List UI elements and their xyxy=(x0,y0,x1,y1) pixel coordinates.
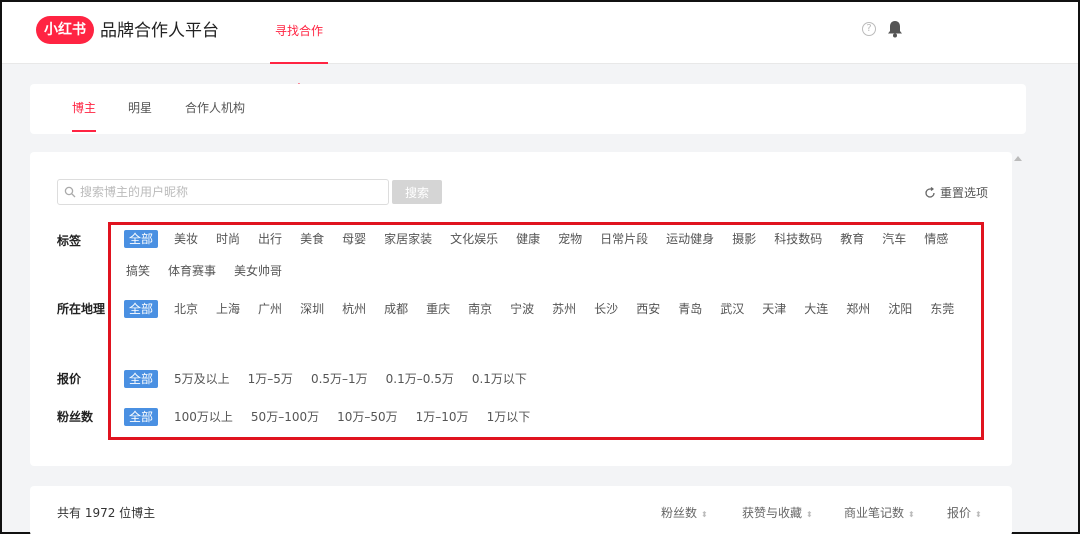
location-option[interactable]: 长沙 xyxy=(592,300,620,318)
tag-option[interactable]: 宠物 xyxy=(556,230,584,248)
sort-arrows-icon: ⬍ xyxy=(806,510,813,519)
result-count: 共有 1972 位博主 xyxy=(57,506,156,520)
location-label: 所在地理 xyxy=(57,302,106,316)
price-option[interactable]: 5万及以上 xyxy=(172,370,232,388)
location-option[interactable]: 深圳 xyxy=(298,300,326,318)
sort-arrows-icon: ⬍ xyxy=(701,510,708,519)
price-options: 全部 5万及以上 1万–5万 0.5万–1万 0.1万–0.5万 0.1万以下 xyxy=(124,370,984,388)
scroll-up-arrow[interactable] xyxy=(1014,156,1022,161)
location-options: 全部 北京 上海 广州 深圳 杭州 成都 重庆 南京 宁波 苏州 长沙 西安 青岛 武汉 天津 大连 郑州 沈阳 东莞 xyxy=(124,300,984,318)
platform-title: 品牌合作人平台 xyxy=(100,21,219,41)
tag-option[interactable]: 家居家装 xyxy=(382,230,434,248)
location-option[interactable]: 北京 xyxy=(172,300,200,318)
location-option[interactable]: 大连 xyxy=(802,300,830,318)
price-label: 报价 xyxy=(57,372,82,386)
sort-fans-label: 粉丝数 xyxy=(661,506,698,520)
reset-options-button[interactable]: 重置选项 xyxy=(924,184,988,201)
location-option[interactable]: 苏州 xyxy=(550,300,578,318)
reset-options-label: 重置选项 xyxy=(940,186,989,200)
location-option[interactable]: 全部 xyxy=(124,300,159,318)
search-box xyxy=(57,179,389,205)
sort-notes[interactable]: 商业笔记数 ⬍ xyxy=(844,504,915,521)
tab-bloggers[interactable]: 博主 xyxy=(72,100,97,132)
location-option[interactable]: 东莞 xyxy=(928,300,956,318)
tag-option[interactable]: 教育 xyxy=(838,230,866,248)
sort-fans[interactable]: 粉丝数 ⬍ xyxy=(661,504,708,521)
location-option[interactable]: 青岛 xyxy=(676,300,704,318)
sort-price[interactable]: 报价 ⬍ xyxy=(947,504,982,521)
tag-option[interactable]: 文化娱乐 xyxy=(448,230,500,248)
sort-arrows-icon: ⬍ xyxy=(975,510,982,519)
tag-option[interactable]: 出行 xyxy=(256,230,284,248)
sort-notes-label: 商业笔记数 xyxy=(844,506,905,520)
tag-option[interactable]: 全部 xyxy=(124,230,159,248)
location-option[interactable]: 重庆 xyxy=(424,300,452,318)
search-icon xyxy=(64,186,76,198)
location-option[interactable]: 杭州 xyxy=(340,300,368,318)
location-option[interactable]: 成都 xyxy=(382,300,410,318)
tag-option[interactable]: 时尚 xyxy=(214,230,242,248)
tag-option[interactable]: 体育赛事 xyxy=(166,262,218,280)
location-option[interactable]: 宁波 xyxy=(508,300,536,318)
nav-find-partner[interactable]: 寻找合作人 xyxy=(270,2,328,96)
price-option[interactable]: 0.5万–1万 xyxy=(309,370,370,388)
xiaohongshu-logo[interactable]: 小红书 xyxy=(36,16,94,44)
tag-option[interactable]: 日常片段 xyxy=(598,230,650,248)
tag-option[interactable]: 美食 xyxy=(298,230,326,248)
tag-option[interactable]: 摄影 xyxy=(730,230,758,248)
tag-option[interactable]: 情感 xyxy=(922,230,950,248)
fans-option[interactable]: 100万以上 xyxy=(172,408,235,426)
tab-celebrities[interactable]: 明星 xyxy=(128,100,152,130)
tab-agencies[interactable]: 合作人机构 xyxy=(185,100,245,130)
fans-option[interactable]: 50万–100万 xyxy=(249,408,321,426)
tag-option[interactable]: 科技数码 xyxy=(772,230,824,248)
tag-option[interactable]: 美女帅哥 xyxy=(232,262,284,280)
top-bar: 小红书 品牌合作人平台 寻找合作人 ? xyxy=(2,2,1078,96)
tag-option[interactable]: 母婴 xyxy=(340,230,368,248)
sort-likes[interactable]: 获赞与收藏 ⬍ xyxy=(742,504,813,521)
location-option[interactable]: 天津 xyxy=(760,300,788,318)
fans-option[interactable]: 1万以下 xyxy=(485,408,533,426)
search-input[interactable] xyxy=(80,183,380,201)
price-option[interactable]: 0.1万–0.5万 xyxy=(384,370,456,388)
fans-option[interactable]: 1万–10万 xyxy=(414,408,471,426)
location-option[interactable]: 郑州 xyxy=(844,300,872,318)
location-option[interactable]: 南京 xyxy=(466,300,494,318)
fans-option[interactable]: 10万–50万 xyxy=(335,408,400,426)
location-option[interactable]: 西安 xyxy=(634,300,662,318)
price-option[interactable]: 全部 xyxy=(124,370,159,388)
tag-option[interactable]: 美妆 xyxy=(172,230,200,248)
sort-likes-label: 获赞与收藏 xyxy=(742,506,803,520)
refresh-icon xyxy=(925,186,935,198)
bell-icon[interactable] xyxy=(887,20,903,38)
tags-options: 全部 美妆 时尚 出行 美食 母婴 家居家装 文化娱乐 健康 宠物 日常片段 运动健身 摄影 科技数码 教育… xyxy=(124,230,984,280)
tag-option[interactable]: 汽车 xyxy=(880,230,908,248)
location-option[interactable]: 沈阳 xyxy=(886,300,914,318)
fans-option[interactable]: 全部 xyxy=(124,408,159,426)
tag-option[interactable]: 搞笑 xyxy=(124,262,152,280)
tag-option[interactable]: 运动健身 xyxy=(664,230,716,248)
fans-options: 全部 100万以上 50万–100万 10万–50万 1万–10万 1万以下 xyxy=(124,408,984,426)
sort-price-label: 报价 xyxy=(947,506,972,520)
sort-arrows-icon: ⬍ xyxy=(908,510,915,519)
filter-panel: 搜索 重置选项 标签 全部美妆时尚出行美食母婴家居家装文化娱乐健康宠物日常片段运… xyxy=(30,152,1012,466)
price-option[interactable]: 1万–5万 xyxy=(246,370,295,388)
tag-option[interactable]: 健康 xyxy=(514,230,542,248)
results-bar: 共有 1972 位博主 粉丝数 ⬍ 获赞与收藏 ⬍ 商业笔记数 ⬍ 报价 ⬍ xyxy=(30,486,1012,534)
help-icon[interactable]: ? xyxy=(862,22,876,36)
location-option[interactable]: 上海 xyxy=(214,300,242,318)
fans-label: 粉丝数 xyxy=(57,410,94,424)
tags-label: 标签 xyxy=(57,234,82,248)
search-button[interactable]: 搜索 xyxy=(392,180,442,204)
location-option[interactable]: 广州 xyxy=(256,300,284,318)
price-option[interactable]: 0.1万以下 xyxy=(470,370,529,388)
location-option[interactable]: 武汉 xyxy=(718,300,746,318)
category-tabs: 博主 明星 合作人机构 xyxy=(30,84,1026,134)
